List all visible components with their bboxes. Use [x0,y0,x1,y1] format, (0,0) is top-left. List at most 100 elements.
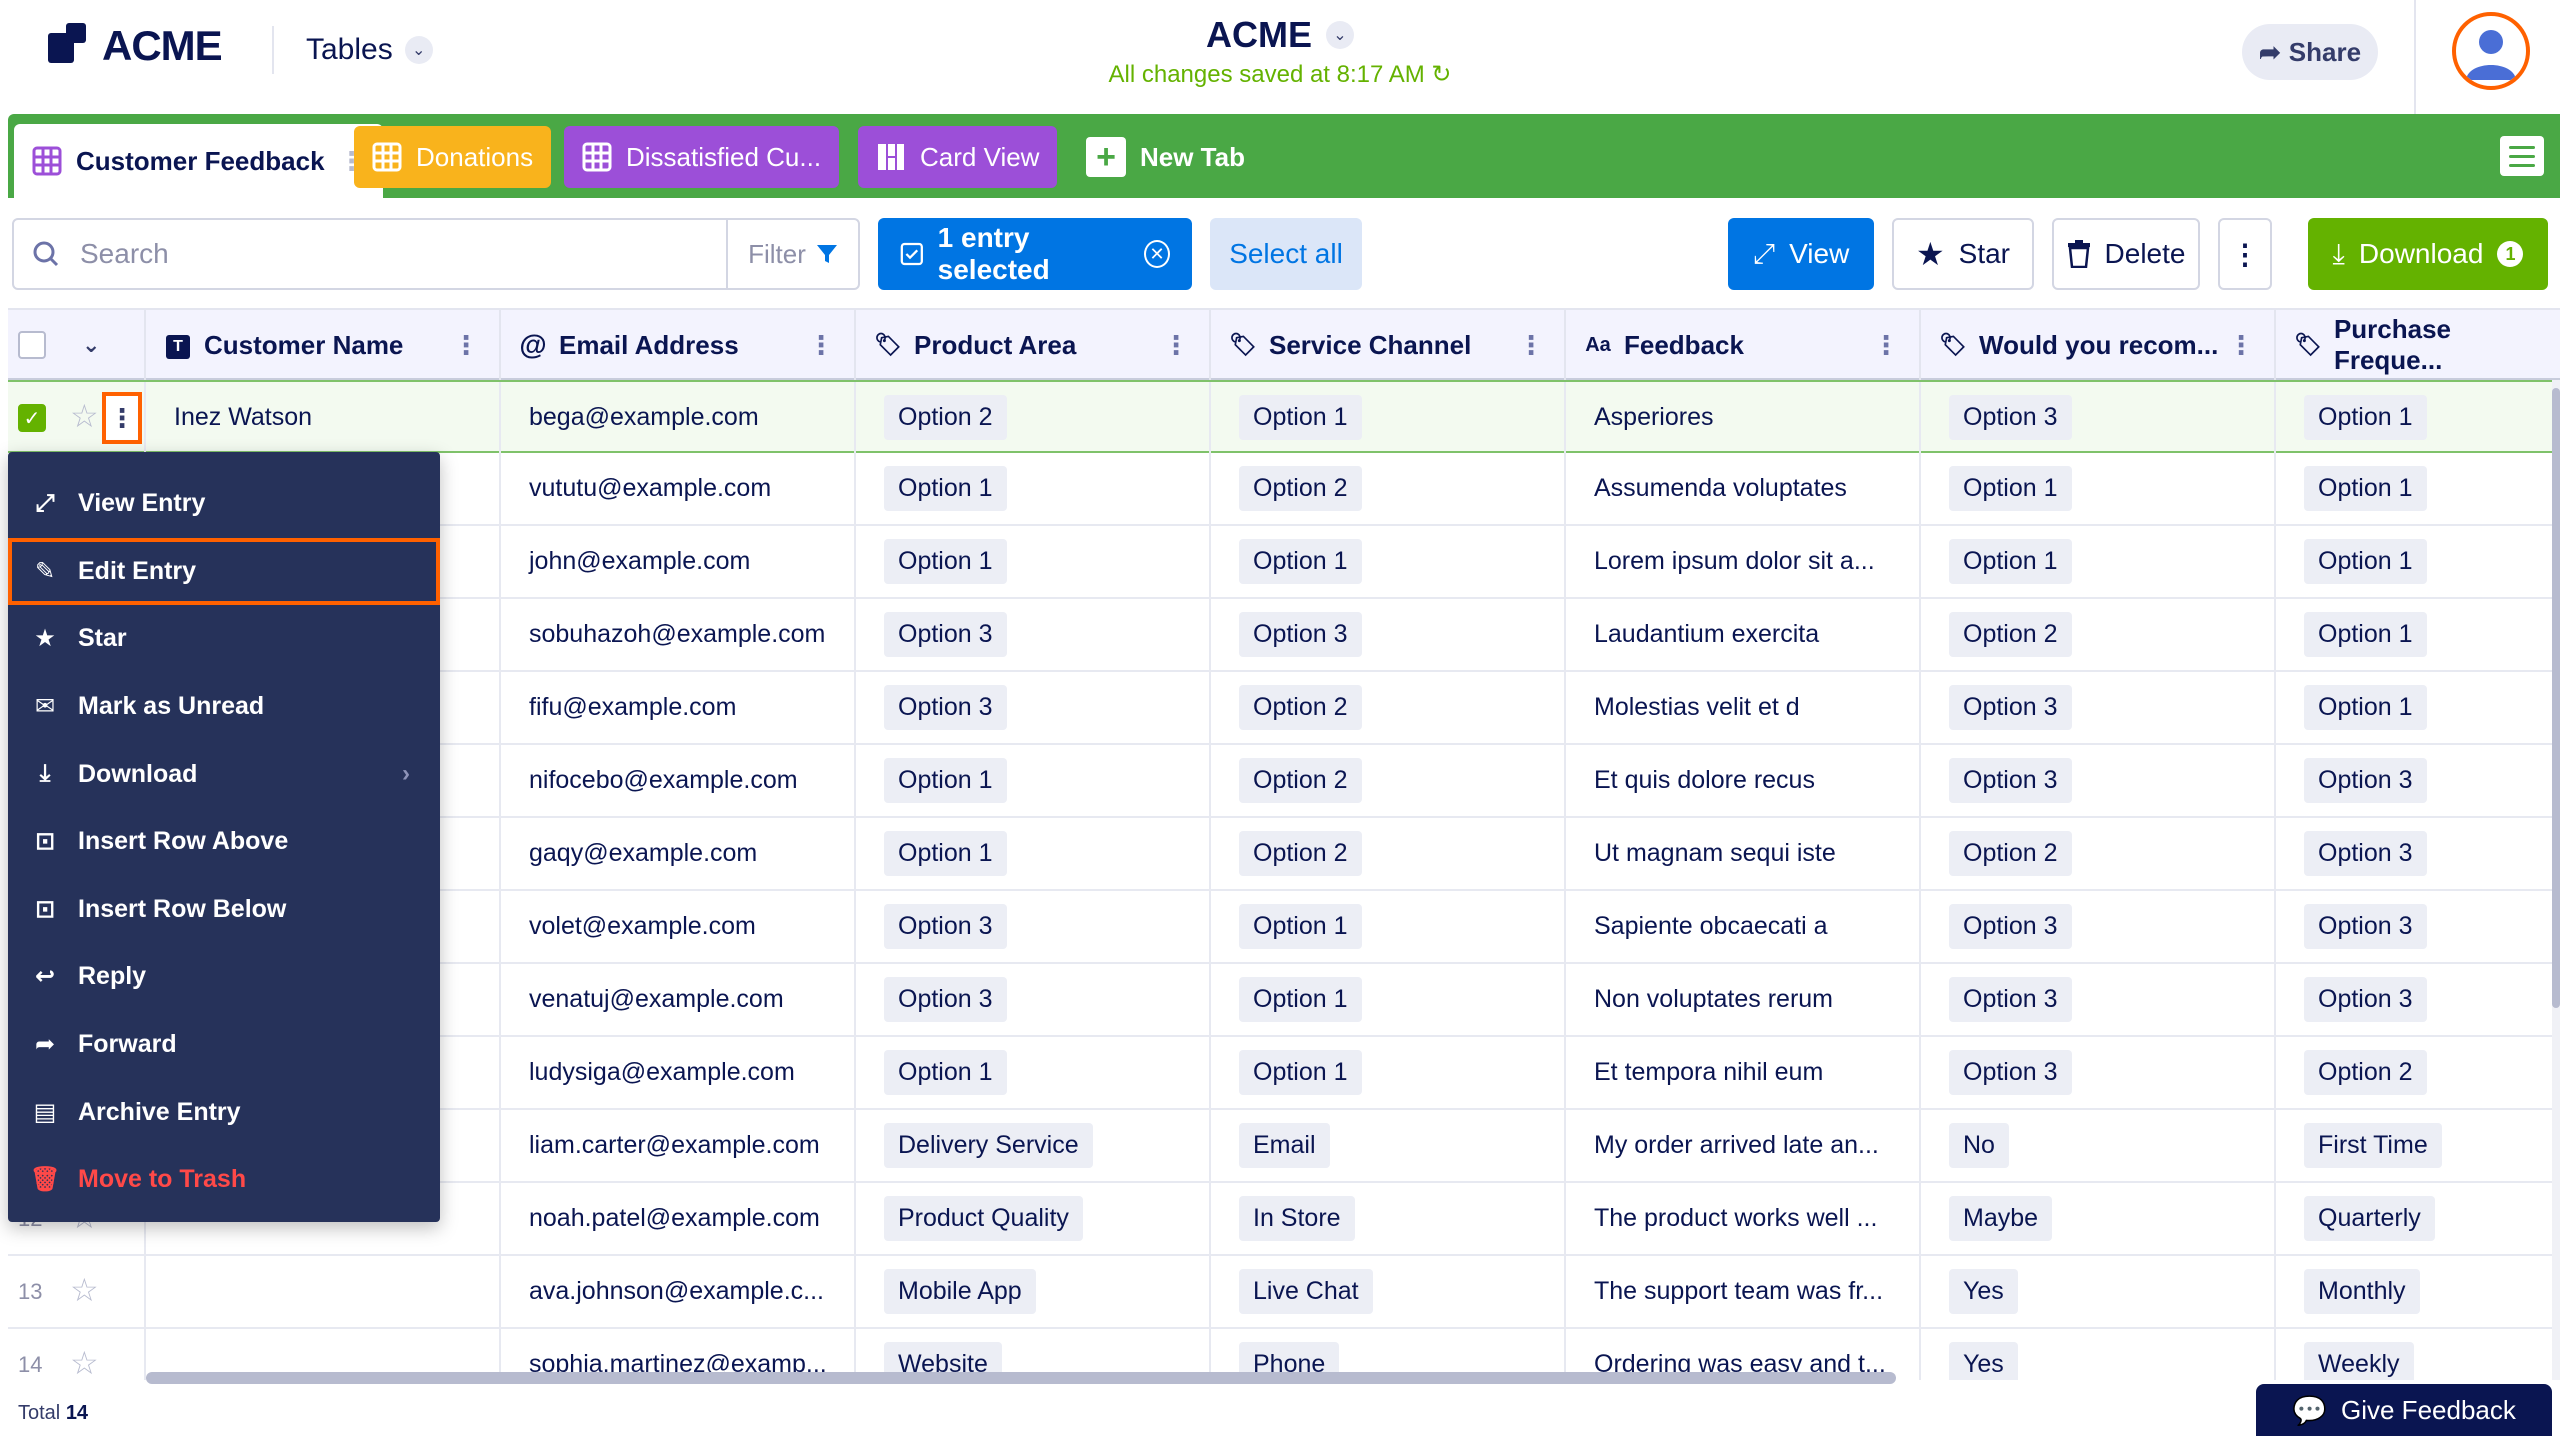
cell-purchase-frequency[interactable]: Option 1 [2276,382,2560,453]
cell-product-area[interactable]: Option 1 [856,526,1211,597]
cell-service-channel[interactable]: Option 2 [1211,672,1566,743]
cell-feedback[interactable]: Ut magnam sequi iste [1566,818,1921,889]
tab-customer-feedback[interactable]: Customer Feedback ⋮ [14,124,383,198]
cell-product-area[interactable]: Option 1 [856,1037,1211,1108]
table-row[interactable]: 13 ☆ ava.johnson@example.c... Mobile App Liv… [8,1256,2560,1329]
column-options-icon[interactable]: ⋮ [1873,330,1899,361]
cell-email[interactable]: venatuj@example.com [501,964,856,1035]
cell-email[interactable]: nifocebo@example.com [501,745,856,816]
cell-feedback[interactable]: The support team was fr... [1566,1256,1921,1327]
menu-item-star[interactable]: ★ Star [8,605,440,673]
cell-email[interactable]: liam.carter@example.com [501,1110,856,1181]
download-button[interactable]: ⤓ Download 1 [2308,218,2548,290]
menu-item-move-to-trash[interactable]: 🗑 Move to Trash [8,1146,440,1214]
menu-item-reply[interactable]: ↩ Reply [8,943,440,1011]
chevron-down-icon[interactable]: ⌄ [82,332,100,358]
cell-recommend[interactable]: Option 3 [1921,672,2276,743]
search-input[interactable] [74,220,726,288]
cell-recommend[interactable]: Option 1 [1921,453,2276,524]
cell-feedback[interactable]: Laudantium exercita [1566,599,1921,670]
select-all-button[interactable]: Select all [1210,218,1362,290]
star-button[interactable]: ★ Star [1892,218,2034,290]
column-header-email[interactable]: @ Email Address ⋮ [501,310,856,380]
cell-feedback[interactable]: Asperiores [1566,382,1921,453]
column-options-icon[interactable]: ⋮ [1163,330,1189,361]
cell-feedback[interactable]: Assumenda voluptates [1566,453,1921,524]
cell-service-channel[interactable]: Option 1 [1211,1037,1566,1108]
tab-card-view[interactable]: Card View [858,126,1058,188]
cell-customer-name[interactable]: Inez Watson [146,382,501,453]
new-tab-button[interactable]: + New Tab [1068,126,1263,188]
menu-item-download[interactable]: ⤓ Download › [8,740,440,808]
cell-feedback[interactable]: The product works well ... [1566,1183,1921,1254]
table-row[interactable]: ✓ ⋮ ☆ Inez Watson bega@example.com Option 2 Op… [8,380,2560,453]
column-options-icon[interactable]: ⋮ [808,330,834,361]
cell-service-channel[interactable]: Option 2 [1211,453,1566,524]
cell-email[interactable]: volet@example.com [501,891,856,962]
menu-item-insert-row-below[interactable]: ⊡ Insert Row Below [8,876,440,944]
star-outline-icon[interactable]: ☆ [70,400,99,432]
cell-purchase-frequency[interactable]: Option 3 [2276,891,2560,962]
cell-product-area[interactable]: Option 2 [856,382,1211,453]
select-all-checkbox[interactable] [18,331,46,359]
cell-email[interactable]: bega@example.com [501,382,856,453]
cell-feedback[interactable]: Sapiente obcaecati a [1566,891,1921,962]
cell-purchase-frequency[interactable]: Option 3 [2276,964,2560,1035]
cell-purchase-frequency[interactable]: Monthly [2276,1256,2560,1327]
column-header-customer-name[interactable]: T Customer Name ⋮ [146,310,501,380]
row-checkbox[interactable]: ✓ [18,404,46,432]
cell-product-area[interactable]: Mobile App [856,1256,1211,1327]
cell-product-area[interactable]: Option 3 [856,599,1211,670]
cell-product-area[interactable]: Option 1 [856,745,1211,816]
star-outline-icon[interactable]: ☆ [70,1274,99,1306]
cell-purchase-frequency[interactable]: Option 1 [2276,526,2560,597]
vertical-scrollbar[interactable] [2552,380,2560,1380]
acme-logo[interactable]: ACME [48,22,223,70]
cell-recommend[interactable]: Option 2 [1921,818,2276,889]
cell-service-channel[interactable]: Email [1211,1110,1566,1181]
cell-recommend[interactable]: Option 2 [1921,599,2276,670]
cell-email[interactable]: fifu@example.com [501,672,856,743]
cell-purchase-frequency[interactable]: First Time [2276,1110,2560,1181]
cell-recommend[interactable]: No [1921,1110,2276,1181]
hamburger-menu-button[interactable] [2500,136,2544,176]
cell-product-area[interactable]: Product Quality [856,1183,1211,1254]
cell-product-area[interactable]: Option 3 [856,964,1211,1035]
delete-button[interactable]: Delete [2052,218,2200,290]
cell-service-channel[interactable]: Option 1 [1211,891,1566,962]
cell-recommend[interactable]: Yes [1921,1256,2276,1327]
column-header-service-channel[interactable]: 🏷 Service Channel ⋮ [1211,310,1566,380]
user-avatar[interactable] [2452,12,2530,90]
cell-purchase-frequency[interactable]: Option 3 [2276,818,2560,889]
cell-recommend[interactable]: Yes [1921,1329,2276,1380]
menu-item-archive-entry[interactable]: ▤ Archive Entry [8,1078,440,1146]
cell-service-channel[interactable]: Option 2 [1211,745,1566,816]
cell-recommend[interactable]: Option 1 [1921,526,2276,597]
view-button[interactable]: ⤢ View [1728,218,1874,290]
cell-feedback[interactable]: Non voluptates rerum [1566,964,1921,1035]
cell-purchase-frequency[interactable]: Option 1 [2276,672,2560,743]
share-button[interactable]: ➦ Share [2242,24,2378,80]
cell-feedback[interactable]: My order arrived late an... [1566,1110,1921,1181]
cell-email[interactable]: john@example.com [501,526,856,597]
column-header-feedback[interactable]: Aa Feedback ⋮ [1566,310,1921,380]
cell-feedback[interactable]: Et quis dolore recus [1566,745,1921,816]
clear-selection-icon[interactable]: ✕ [1144,240,1170,268]
cell-service-channel[interactable]: Option 1 [1211,382,1566,453]
cell-purchase-frequency[interactable]: Option 3 [2276,745,2560,816]
more-options-button[interactable]: ⋮ [2218,218,2272,290]
cell-product-area[interactable]: Option 3 [856,891,1211,962]
cell-service-channel[interactable]: Option 1 [1211,526,1566,597]
cell-recommend[interactable]: Option 3 [1921,382,2276,453]
tab-dissatisfied-customers[interactable]: Dissatisfied Cu... [564,126,840,188]
tab-donations[interactable]: Donations [354,126,552,188]
column-options-icon[interactable]: ⋮ [1518,330,1544,361]
cell-feedback[interactable]: Molestias velit et d [1566,672,1921,743]
cell-email[interactable]: vututu@example.com [501,453,856,524]
cell-recommend[interactable]: Option 3 [1921,964,2276,1035]
cell-customer-name[interactable] [146,1256,501,1327]
star-outline-icon[interactable]: ☆ [70,1347,99,1379]
cell-purchase-frequency[interactable]: Option 2 [2276,1037,2560,1108]
cell-feedback[interactable]: Et tempora nihil eum [1566,1037,1921,1108]
cell-purchase-frequency[interactable]: Quarterly [2276,1183,2560,1254]
